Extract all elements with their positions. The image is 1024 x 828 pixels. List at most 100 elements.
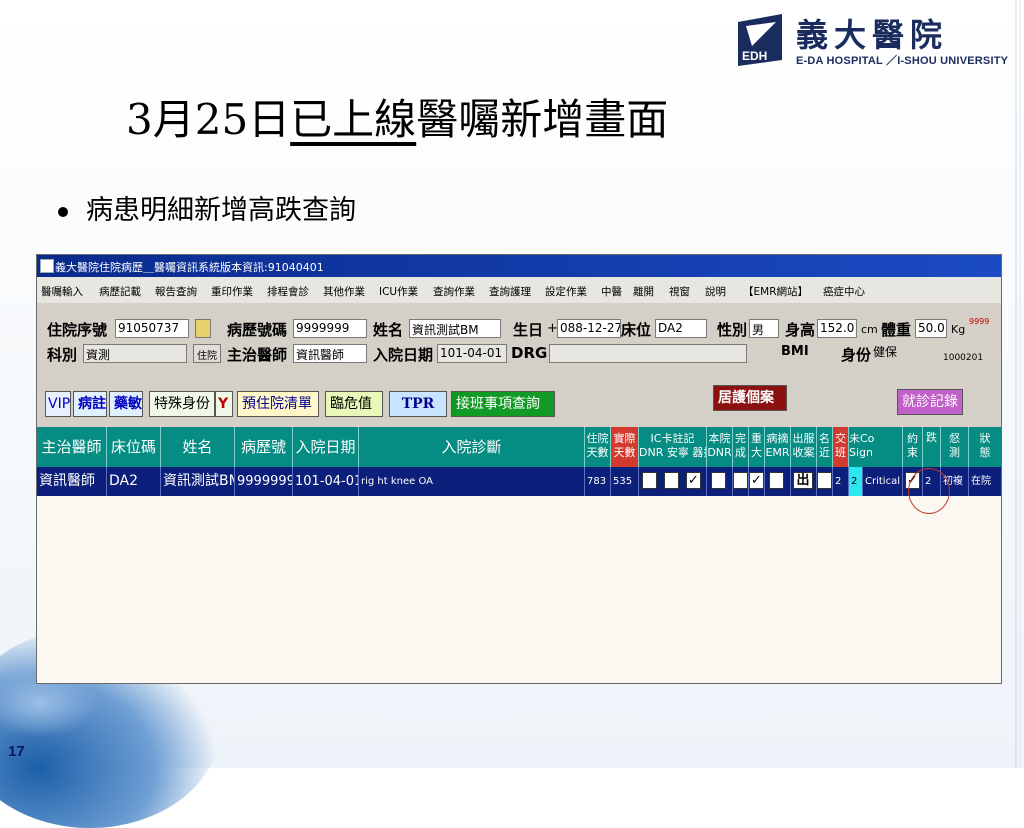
- col-header-ic-card[interactable]: IC卡註記 DNR 安寧 器捐: [639, 427, 707, 467]
- dept-label: 科別: [47, 346, 78, 364]
- ic-card-line1: IC卡註記: [650, 432, 695, 445]
- weight-field[interactable]: 50.0: [915, 319, 947, 338]
- fall-column-highlight-circle: [908, 468, 950, 514]
- menu-item-reprint[interactable]: 重印作業: [211, 284, 253, 299]
- chart-no-field[interactable]: 9999999: [293, 319, 367, 338]
- birth-field[interactable]: 088-12-27: [557, 319, 621, 338]
- page-number: 17: [8, 743, 25, 760]
- col-header-admit-date[interactable]: 入院日期: [293, 427, 359, 467]
- menu-item-chart-record[interactable]: 病歷記載: [99, 284, 141, 299]
- col-header-done[interactable]: 完成: [733, 427, 749, 467]
- col-header-stay-days[interactable]: 住院 天數: [585, 427, 611, 467]
- handover-line1: 交: [835, 432, 846, 445]
- major-line1: 重: [751, 432, 762, 445]
- height-field[interactable]: 152.0: [817, 319, 857, 338]
- ic-dnr-checkbox[interactable]: [642, 472, 657, 489]
- col-header-appointment[interactable]: 約束: [903, 427, 923, 467]
- special-identity-button[interactable]: 特殊身份: [149, 391, 215, 417]
- major-checkbox[interactable]: ✓: [749, 472, 764, 489]
- tpr-button[interactable]: TPR: [389, 391, 447, 417]
- name-field[interactable]: 資訊測試BM: [409, 319, 501, 338]
- menu-item-query[interactable]: 查詢作業: [433, 284, 475, 299]
- emr-line1: 病摘: [766, 432, 789, 445]
- calendar-icon[interactable]: [195, 319, 211, 338]
- menu-item-report-query[interactable]: 報告查詢: [155, 284, 197, 299]
- col-header-fall[interactable]: 跌: [923, 427, 941, 467]
- handover-line2: 班: [835, 446, 846, 459]
- patient-info-form: 住院序號 91050737 病歷號碼 9999999 姓名 資訊測試BM 生日 …: [37, 303, 1001, 425]
- admit-date-field[interactable]: 101-04-01: [437, 344, 507, 363]
- col-header-name[interactable]: 姓名: [161, 427, 235, 467]
- col-header-dnr[interactable]: 本院 DNR: [707, 427, 733, 467]
- home-care-case-button[interactable]: 居護個案: [713, 385, 787, 411]
- menu-item-icu[interactable]: ICU作業: [379, 284, 418, 299]
- admission-no-field[interactable]: 91050737: [115, 319, 189, 338]
- menu-item-settings[interactable]: 設定作業: [545, 284, 587, 299]
- col-header-measure[interactable]: 惄測: [941, 427, 969, 467]
- col-header-discharge[interactable]: 出服 收案: [791, 427, 817, 467]
- menu-item-other[interactable]: 其他作業: [323, 284, 365, 299]
- menu-item-schedule-consult[interactable]: 排程會診: [267, 284, 309, 299]
- col-header-status[interactable]: 狀態: [969, 427, 1001, 467]
- cell-handover[interactable]: 2: [849, 467, 863, 496]
- visit-record-button[interactable]: 就診記錄: [897, 389, 963, 415]
- drug-allergy-button[interactable]: 藥敏: [109, 391, 143, 417]
- col-header-diagnosis[interactable]: 入院診斷: [359, 427, 585, 467]
- identity-code: 1000201: [943, 353, 984, 363]
- col-header-bed[interactable]: 床位碼: [107, 427, 161, 467]
- col-header-cosign[interactable]: 未Co Sign: [849, 427, 903, 467]
- emr-checkbox[interactable]: [769, 472, 784, 489]
- dept-field[interactable]: 資測: [83, 344, 187, 363]
- near-line2: 近: [819, 446, 830, 459]
- emr-line2: EMR: [765, 446, 790, 459]
- col-header-major[interactable]: 重大: [749, 427, 765, 467]
- menu-item-exit[interactable]: 離開: [633, 284, 654, 299]
- handover-query-button[interactable]: 接班事項查詢: [451, 391, 555, 417]
- special-identity-flag[interactable]: Y: [215, 391, 233, 417]
- disease-note-button[interactable]: 病註: [73, 391, 107, 417]
- cosign-line1: 未Co: [849, 432, 875, 445]
- dnr-checkbox[interactable]: [711, 472, 726, 489]
- window-system-icon[interactable]: [40, 259, 54, 273]
- col-header-chart[interactable]: 病歷號: [235, 427, 293, 467]
- bed-field[interactable]: DA2: [655, 319, 707, 338]
- col-header-actual-days[interactable]: 實際 天數: [611, 427, 639, 467]
- chart-no-label: 病歷號碼: [227, 321, 288, 339]
- attending-label: 主治醫師: [227, 346, 288, 364]
- drg-label: DRG: [511, 344, 548, 362]
- col-header-emr[interactable]: 病摘 EMR: [765, 427, 791, 467]
- menu-item-window[interactable]: 視窗: [669, 284, 690, 299]
- identity-field[interactable]: 健保: [871, 342, 907, 361]
- ic-hospice-checkbox[interactable]: [664, 472, 679, 489]
- col-header-near[interactable]: 名近: [817, 427, 833, 467]
- menu-item-query-nursing[interactable]: 查詢護理: [489, 284, 531, 299]
- col-header-handover[interactable]: 交班: [833, 427, 849, 467]
- done-line2: 成: [735, 446, 746, 459]
- discharge-button[interactable]: 出: [793, 472, 813, 489]
- menu-item-cancer-center[interactable]: 癌症中心: [823, 284, 865, 299]
- critical-value-button[interactable]: 臨危值: [325, 391, 383, 417]
- window-title: 義大醫院住院病歷＿醫囑資訊系統版本資訊:91040401: [55, 261, 324, 274]
- ic-donor-checkbox[interactable]: ✓: [686, 472, 701, 489]
- attending-field[interactable]: 資訊醫師: [293, 344, 367, 363]
- bed-label: 床位: [621, 321, 652, 339]
- pre-admission-list-button[interactable]: 預住院清單: [237, 391, 319, 417]
- table-row[interactable]: 資訊醫師 DA2 資訊測試BM 9999999 101-04-01 rig ht…: [37, 467, 1001, 496]
- patient-grid-header: 主治醫師 床位碼 姓名 病歷號 入院日期 入院診斷 住院 天數 實際 天數 IC卡註…: [37, 427, 1001, 467]
- inpatient-button[interactable]: 住院: [193, 344, 221, 363]
- sex-field[interactable]: 男: [749, 319, 779, 338]
- dnr-line2: DNR: [707, 446, 732, 459]
- menu-item-help[interactable]: 說明: [705, 284, 726, 299]
- menu-item-chinese-medicine[interactable]: 中醫: [601, 284, 622, 299]
- patient-grid-empty-area[interactable]: [37, 496, 1001, 683]
- cell-attending: 資訊醫師: [37, 467, 107, 496]
- menu-item-order-entry[interactable]: 醫囑輸入: [41, 284, 83, 299]
- near-checkbox[interactable]: [817, 472, 832, 489]
- vip-button[interactable]: VIP: [45, 391, 71, 417]
- col-header-attending[interactable]: 主治醫師: [37, 427, 107, 467]
- drg-field[interactable]: [549, 344, 747, 363]
- cell-admit-date: 101-04-01: [293, 467, 359, 496]
- menu-item-emr-site[interactable]: 【EMR網站】: [743, 284, 808, 299]
- cell-stay-days: 783: [585, 467, 611, 496]
- done-checkbox[interactable]: [733, 472, 748, 489]
